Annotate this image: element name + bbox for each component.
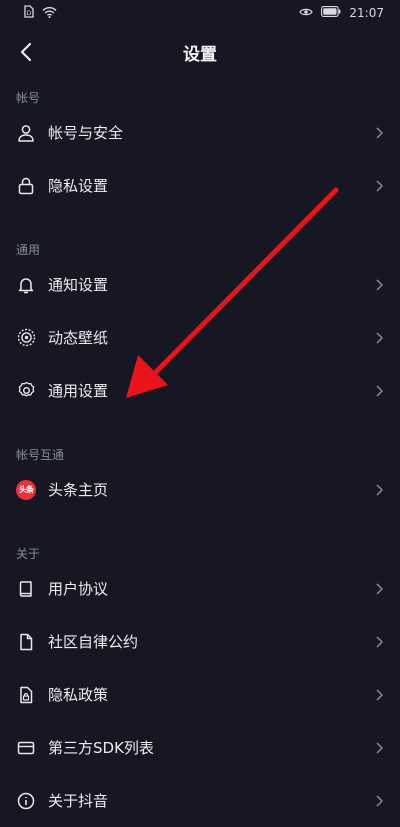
chevron-right-icon	[376, 384, 384, 397]
svg-text:D: D	[27, 10, 32, 17]
gear-icon	[16, 381, 36, 401]
settings-item-notification[interactable]: 通知设置	[0, 258, 400, 311]
item-label: 头条主页	[48, 481, 109, 499]
person-icon	[16, 123, 36, 143]
section-header-about: 关于	[16, 547, 41, 561]
status-left: D	[24, 5, 57, 21]
toutiao-logo: 头条	[16, 479, 36, 500]
settings-item-general-settings[interactable]: 通用设置	[0, 364, 400, 417]
settings-item-privacy[interactable]: 隐私设置	[0, 159, 400, 212]
toutiao-badge: 头条	[16, 479, 36, 500]
nav-bar: 设置	[0, 26, 400, 78]
card-icon	[16, 738, 36, 758]
item-label: 动态壁纸	[48, 329, 109, 347]
settings-item-about-douyin[interactable]: 关于抖音	[0, 774, 400, 827]
settings-item-live-wallpaper[interactable]: 动态壁纸	[0, 311, 400, 364]
settings-item-toutiao-homepage[interactable]: 头条 头条主页	[0, 463, 400, 516]
chevron-right-icon	[376, 635, 384, 648]
info-icon	[16, 791, 36, 811]
chevron-right-icon	[376, 278, 384, 291]
settings-item-third-party-sdk[interactable]: 第三方SDK列表	[0, 721, 400, 774]
bell-icon	[16, 275, 36, 295]
wallpaper-icon	[16, 328, 36, 348]
item-label: 通知设置	[48, 276, 109, 294]
chevron-right-icon	[376, 179, 384, 192]
item-label: 隐私设置	[48, 177, 109, 195]
item-label: 用户协议	[48, 580, 109, 598]
wifi-icon	[42, 6, 57, 21]
sim-icon: D	[24, 5, 34, 21]
section-header-account-link: 帐号互通	[16, 448, 65, 462]
item-label: 第三方SDK列表	[48, 739, 154, 757]
settings-item-user-agreement[interactable]: 用户协议	[0, 562, 400, 615]
chevron-right-icon	[376, 126, 384, 139]
settings-item-privacy-policy[interactable]: 隐私政策	[0, 668, 400, 721]
document-icon	[16, 632, 36, 652]
eye-icon	[299, 6, 314, 20]
chevron-right-icon	[376, 483, 384, 496]
item-label: 帐号与安全	[48, 124, 124, 142]
item-label: 隐私政策	[48, 686, 109, 704]
item-label: 社区自律公约	[48, 633, 139, 651]
chevron-right-icon	[376, 741, 384, 754]
book-icon	[16, 579, 36, 599]
settings-item-community-guidelines[interactable]: 社区自律公约	[0, 615, 400, 668]
battery-icon	[321, 6, 341, 20]
chevron-right-icon	[376, 688, 384, 701]
page-title: 设置	[183, 44, 217, 65]
item-label: 关于抖音	[48, 792, 109, 810]
item-label: 通用设置	[48, 382, 109, 400]
chevron-right-icon	[376, 794, 384, 807]
status-time: 21:07	[349, 6, 384, 20]
status-bar: D 21:07	[0, 0, 400, 26]
privacy-doc-icon	[16, 685, 36, 705]
back-button[interactable]	[12, 38, 40, 66]
section-header-general: 通用	[16, 243, 41, 257]
settings-item-account-security[interactable]: 帐号与安全	[0, 106, 400, 159]
section-header-account: 帐号	[16, 91, 41, 105]
chevron-right-icon	[376, 331, 384, 344]
chevron-right-icon	[376, 582, 384, 595]
chevron-left-icon	[20, 42, 32, 62]
lock-icon	[16, 176, 36, 196]
status-right: 21:07	[299, 6, 384, 20]
